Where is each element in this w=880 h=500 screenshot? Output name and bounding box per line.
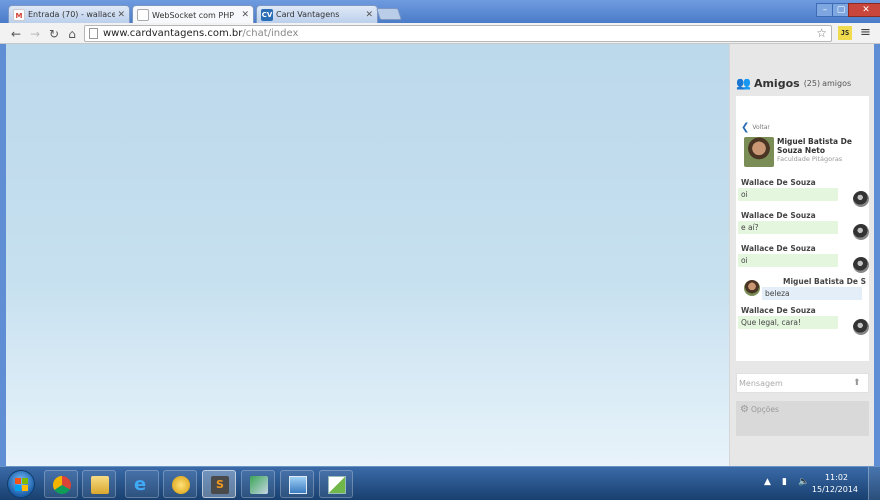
author-avatar (853, 224, 869, 240)
show-desktop-button[interactable] (868, 467, 880, 500)
message-composer: ⬆ (736, 373, 869, 393)
new-tab-button[interactable] (376, 8, 402, 20)
forward-arrow-icon[interactable]: → (27, 26, 43, 42)
friends-count: (25) (803, 78, 821, 88)
app-green-icon (250, 476, 268, 494)
author-avatar (853, 319, 869, 335)
reload-icon[interactable]: ↻ (46, 26, 62, 42)
tab-title: WebSocket com PHP (152, 10, 235, 20)
menu-icon[interactable]: ≡ (860, 25, 871, 40)
windows-logo-icon (15, 478, 28, 491)
taskbar-sublime[interactable]: S (202, 470, 236, 498)
message-author: Wallace De Souza (741, 178, 816, 187)
tab-gmail[interactable]: M Entrada (70) - wallace.sou ✕ (8, 5, 130, 23)
contact-name: Miguel Batista De Souza Neto (777, 137, 852, 155)
address-bar[interactable]: www.cardvantagens.com.br /chat/index ☆ (84, 25, 832, 42)
author-avatar (853, 257, 869, 273)
tab-title: Card Vantagens (276, 10, 340, 19)
users-icon: 👥 (736, 76, 751, 90)
close-icon[interactable]: ✕ (241, 10, 249, 20)
start-button[interactable] (7, 470, 35, 498)
taskbar-explorer[interactable] (82, 470, 116, 498)
friends-count-label: amigos (822, 78, 852, 88)
message-author: Wallace De Souza (741, 244, 816, 253)
paint-icon (328, 476, 346, 494)
options-bar[interactable]: ⚙ Opções (736, 401, 869, 436)
conversation-window: ❮ Voltar Miguel Batista De Souza Neto Fa… (736, 96, 869, 361)
clock-date[interactable]: 15/12/2014 (812, 485, 858, 494)
remote-desktop-icon (289, 476, 307, 494)
friends-header[interactable]: 👥 Amigos (25) amigos (736, 76, 851, 90)
taskbar-ie[interactable]: e (125, 470, 159, 498)
message-text: Que legal, cara! (738, 316, 838, 329)
message-text: oi (738, 254, 838, 267)
url-path: /chat/index (242, 28, 299, 39)
chrome-icon (53, 476, 71, 494)
taskbar-app-green[interactable] (241, 470, 275, 498)
message-author: Miguel Batista De S (783, 277, 866, 286)
taskbar-chrome[interactable] (44, 470, 78, 498)
chevron-left-icon: ❮ (741, 122, 750, 133)
home-icon[interactable]: ⌂ (64, 26, 80, 42)
system-tray: ▲ ▮ 🔈 11:02 15/12/2014 (760, 467, 880, 500)
close-icon[interactable]: ✕ (365, 10, 373, 20)
friends-title: Amigos (753, 76, 800, 90)
back-link[interactable]: ❮ Voltar (741, 122, 770, 133)
message-text: e aí? (738, 221, 838, 234)
browser-toolbar: ← → ↻ ⌂ www.cardvantagens.com.br /chat/i… (0, 23, 880, 44)
browser-window: M Entrada (70) - wallace.sou ✕ WebSocket… (0, 0, 880, 466)
contact-avatar (744, 137, 774, 167)
page-icon (89, 28, 98, 39)
chevron-up-icon[interactable]: ▲ (764, 477, 771, 487)
explorer-icon (91, 476, 109, 494)
signal-icon[interactable]: ▮ (782, 477, 787, 487)
tab-title: Entrada (70) - wallace.sou (28, 10, 115, 19)
taskbar: e S ▲ ▮ 🔈 11:02 15/12/2014 (0, 466, 880, 500)
taskbar-paint[interactable] (319, 470, 353, 498)
app-yellow-icon (172, 476, 190, 494)
contact-card[interactable]: Miguel Batista De Souza Neto Faculdade P… (744, 137, 869, 170)
back-arrow-icon[interactable]: ← (8, 26, 24, 42)
chat-panel: 👥 Amigos (25) amigos ❮ Voltar Miguel Bat… (729, 44, 874, 466)
message-text: beleza (762, 287, 862, 300)
page-viewport: 👥 Amigos (25) amigos ❮ Voltar Miguel Bat… (6, 44, 874, 466)
back-label: Voltar (752, 124, 770, 131)
js-extension-icon[interactable]: JS (838, 26, 852, 40)
close-icon[interactable]: ✕ (117, 10, 125, 20)
gear-icon: ⚙ (740, 404, 749, 415)
gmail-icon: M (13, 8, 25, 21)
close-window-button[interactable]: ✕ (848, 3, 880, 17)
url-host: www.cardvantagens.com.br (103, 28, 243, 39)
options-label: Opções (750, 405, 779, 414)
contact-school: Faculdade Pitágoras (777, 155, 843, 163)
cv-icon: CV (261, 8, 273, 21)
message-input[interactable] (737, 375, 849, 391)
taskbar-app-yellow[interactable] (163, 470, 197, 498)
star-icon[interactable]: ☆ (816, 26, 827, 40)
arrow-up-icon[interactable]: ⬆ (853, 378, 861, 388)
message-author: Wallace De Souza (741, 211, 816, 220)
message-text: oi (738, 188, 838, 201)
author-avatar (744, 280, 760, 296)
clock-time[interactable]: 11:02 (825, 473, 848, 482)
taskbar-remote-desktop[interactable] (280, 470, 314, 498)
tab-card-vantagens[interactable]: CV Card Vantagens ✕ (256, 5, 378, 23)
author-avatar (853, 191, 869, 207)
page-icon (137, 9, 149, 21)
volume-icon[interactable]: 🔈 (798, 477, 809, 487)
title-bar: M Entrada (70) - wallace.sou ✕ WebSocket… (0, 0, 880, 24)
message-author: Wallace De Souza (741, 306, 816, 315)
tab-websocket[interactable]: WebSocket com PHP ✕ (132, 5, 254, 24)
sublime-icon: S (211, 476, 229, 494)
ie-icon: e (134, 474, 147, 495)
